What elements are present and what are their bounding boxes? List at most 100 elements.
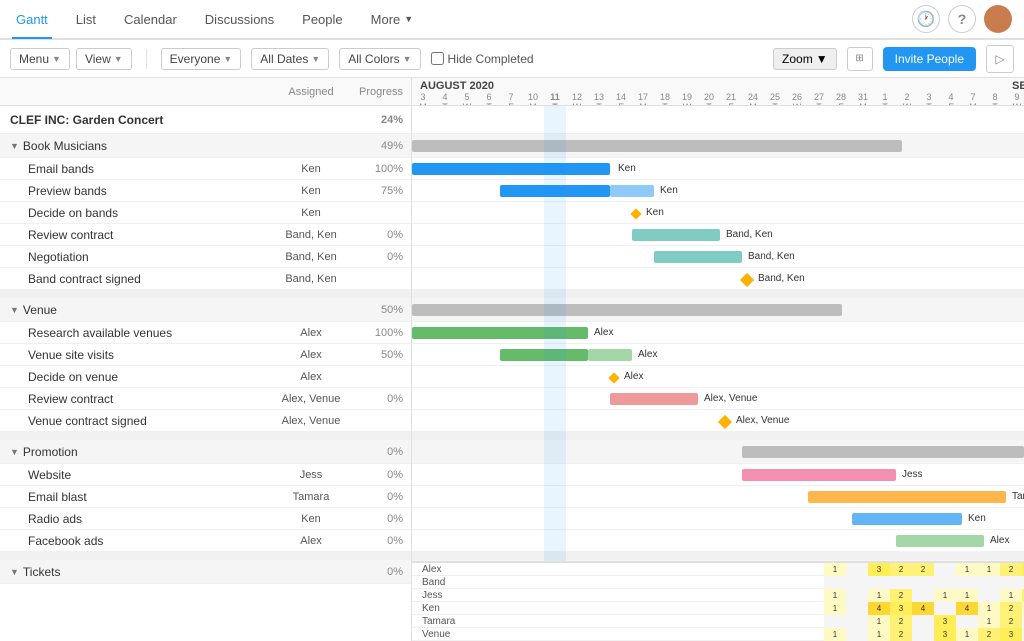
separator-1 [0,290,411,298]
workload-cell [846,602,868,615]
gantt-row-website: Jess [412,464,1024,486]
gantt-bar-site-visits-full [500,349,588,361]
gantt-label-preview-bands: Ken [660,185,678,196]
workload-cell: 1 [934,589,956,602]
help-icon[interactable]: ? [948,5,976,33]
workload-cell [934,563,956,576]
nav-discussions[interactable]: Discussions [201,0,278,38]
task-row: Band contract signed Band, Ken [0,268,411,290]
workload-cell [1000,576,1022,589]
workload-cell: 4 [912,602,934,615]
workload-cell [824,615,846,628]
group-row-book-musicians[interactable]: ▼ Book Musicians 49% [0,134,411,158]
invite-people-button[interactable]: Invite People [883,47,976,71]
workload-cell: 2 [890,615,912,628]
hide-completed-toggle[interactable]: Hide Completed [431,52,534,66]
workload-cell: 1 [824,602,846,615]
menu-button[interactable]: Menu ▼ [10,48,70,70]
task-row: Decide on bands Ken [0,202,411,224]
task-row: Review contract Alex, Venue 0% [0,388,411,410]
task-row: Email bands Ken 100% [0,158,411,180]
gantt-bar-review-venue [610,393,698,405]
gantt-row-preview-bands: Ken [412,180,1024,202]
workload-row: Tamara12312434334326431 [412,615,1024,628]
workload-cell [956,576,978,589]
task-row: Negotiation Band, Ken 0% [0,246,411,268]
group-row-promotion[interactable]: ▼ Promotion 0% [0,440,411,464]
gantt-group-4 [412,560,1024,561]
workload-cell: 2 [912,563,934,576]
gantt-label-negotiation: Band, Ken [748,251,795,262]
group-name-tickets: ▼ Tickets [0,565,271,579]
task-row: Research available venues Alex 100% [0,322,411,344]
gantt-sep-3 [412,552,1024,560]
nav-gantt[interactable]: Gantt [12,1,52,39]
dates-filter[interactable]: All Dates ▼ [251,48,329,70]
workload-cell: 3 [934,615,956,628]
gantt-label-band-signed: Band, Ken [758,273,805,284]
view-toggle[interactable]: ⊞ [847,47,873,71]
group-name-promotion: ▼ Promotion [0,445,271,459]
gantt-row-decide-bands: Ken [412,202,1024,224]
group-row-venue[interactable]: ▼ Venue 50% [0,298,411,322]
workload-cell [846,576,868,589]
workload-cell: 1 [956,563,978,576]
workload-cell [978,589,1000,602]
gantt-label-decide-venue: Alex [624,371,643,382]
workload-cell: 1 [868,589,890,602]
main-content: Assigned Progress CLEF INC: Garden Conce… [0,78,1024,641]
gantt-body: Ken Ken Ken Band, Ken [412,106,1024,561]
workload-cell: 1 [824,563,846,576]
gantt-bar-email-blast [808,491,1006,503]
gantt-label-review-venue: Alex, Venue [704,393,757,404]
nav-list[interactable]: List [72,0,100,38]
workload-cell [912,615,934,628]
gantt-row-venue-signed: Alex, Venue [412,410,1024,432]
nav-people[interactable]: People [298,0,346,38]
task-row: Review contract Band, Ken 0% [0,224,411,246]
project-progress: 24% [351,114,411,126]
workload-cell: 3 [1000,628,1022,641]
workload-cell: 1 [978,602,1000,615]
workload-cell [934,602,956,615]
nav-more[interactable]: More ▼ [367,0,418,38]
nav-right: 🕐 ? [912,5,1012,33]
everyone-filter[interactable]: Everyone ▼ [161,48,242,70]
workload-rows: Alex1322112353485312123434112Band1111Jes… [412,563,1024,641]
gantt-group-2 [412,298,1024,322]
group-name-book-musicians: ▼ Book Musicians [0,139,271,153]
workload-cell: 1 [824,589,846,602]
workload-label: Venue [412,629,824,640]
view-button[interactable]: View ▼ [76,48,132,70]
gantt-sep-2 [412,432,1024,440]
gantt-bar-site-visits-partial [588,349,632,361]
diamond-venue-signed [718,415,732,429]
col-header-progress: Progress [351,78,411,105]
gantt-bar-website [742,469,896,481]
left-pane: Assigned Progress CLEF INC: Garden Conce… [0,78,412,641]
group-row-tickets[interactable]: ▼ Tickets 0% [0,560,411,584]
workload-cell [846,615,868,628]
workload-cell: 1 [868,628,890,641]
workload-cell: 1 [956,628,978,641]
gantt-project-row [412,106,1024,134]
gantt-label-venue-signed: Alex, Venue [736,415,789,426]
group-progress-2: 50% [351,304,411,316]
day-headers: 3M 4T 5W 6T 7F 10M 11T 12W 13T 14F 17M 1… [412,92,1024,106]
workload-cell: 2 [978,628,1000,641]
workload-cell: 2 [1000,615,1022,628]
gantt-row-research: Alex [412,322,1024,344]
export-button[interactable]: ▷ [986,45,1014,73]
nav-calendar[interactable]: Calendar [120,0,181,38]
workload-cell [912,589,934,602]
history-icon[interactable]: 🕐 [912,5,940,33]
gantt-label-research: Alex [594,327,613,338]
gantt-group-1 [412,134,1024,158]
workload-cell: 2 [890,589,912,602]
zoom-button[interactable]: Zoom ▼ [773,48,837,70]
gantt-bar-group3 [742,446,1024,458]
user-avatar[interactable] [984,5,1012,33]
colors-filter[interactable]: All Colors ▼ [339,48,420,70]
task-row: Venue contract signed Alex, Venue [0,410,411,432]
gantt-bar-research [412,327,588,339]
